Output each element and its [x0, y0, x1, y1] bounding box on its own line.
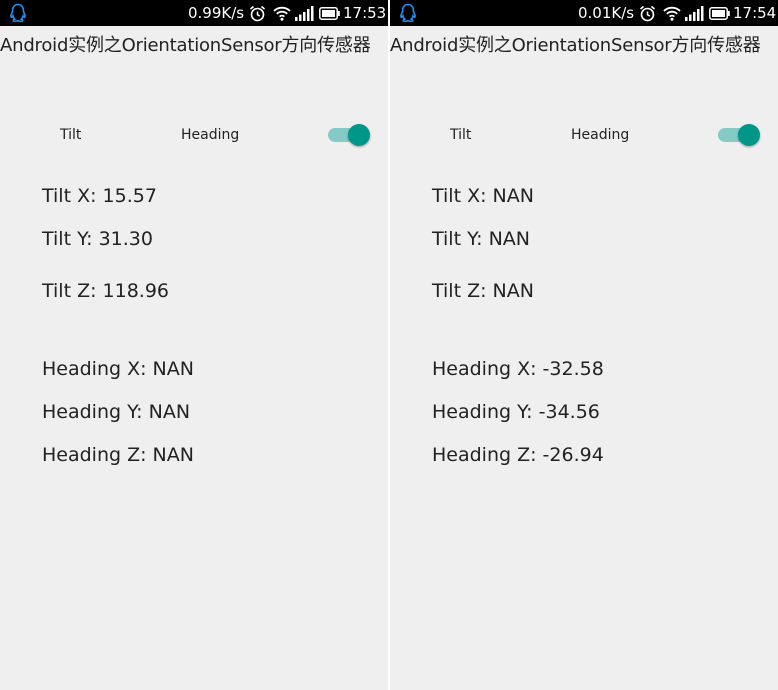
app-title: Android实例之OrientationSensor方向传感器: [390, 35, 761, 56]
phone-screen-left: 0.99K/s 17:53 Android实例之OrientationSenso…: [0, 0, 388, 690]
screenshot-pair: 0.99K/s 17:53 Android实例之OrientationSenso…: [0, 0, 778, 690]
alarm-icon: [639, 5, 656, 22]
tilt-x-reading: Tilt X: 15.57: [42, 185, 157, 207]
switch-thumb: [738, 124, 760, 146]
qq-icon: [10, 3, 26, 23]
heading-z-reading: Heading Z: -26.94: [432, 444, 604, 466]
network-speed: 0.01K/s: [578, 4, 635, 22]
heading-y-reading: Heading Y: -34.56: [432, 401, 600, 423]
mode-toggle-switch[interactable]: [717, 123, 761, 147]
tilt-y-reading: Tilt Y: 31.30: [42, 228, 153, 250]
signal-icon: [685, 6, 704, 21]
qq-icon: [400, 3, 416, 23]
switch-thumb: [348, 124, 370, 146]
battery-icon: [319, 7, 340, 20]
network-speed: 0.99K/s: [188, 4, 245, 22]
tab-tilt[interactable]: Tilt: [60, 125, 81, 145]
battery-icon: [709, 7, 730, 20]
heading-x-reading: Heading X: -32.58: [432, 358, 604, 380]
status-time: 17:54: [733, 4, 777, 22]
status-bar: 0.01K/s 17:54: [390, 0, 778, 26]
tilt-x-reading: Tilt X: NAN: [432, 185, 534, 207]
wifi-icon: [663, 6, 681, 21]
tab-heading[interactable]: Heading: [181, 125, 239, 145]
phone-screen-right: 0.01K/s 17:54 Android实例之OrientationSenso…: [390, 0, 778, 690]
signal-icon: [295, 6, 314, 21]
heading-y-reading: Heading Y: NAN: [42, 401, 191, 423]
tilt-y-reading: Tilt Y: NAN: [432, 228, 531, 250]
status-bar: 0.99K/s 17:53: [0, 0, 388, 26]
alarm-icon: [249, 5, 266, 22]
tilt-z-reading: Tilt Z: 118.96: [42, 280, 170, 302]
tab-tilt[interactable]: Tilt: [450, 125, 471, 145]
app-title: Android实例之OrientationSensor方向传感器: [0, 35, 371, 56]
wifi-icon: [273, 6, 291, 21]
tilt-z-reading: Tilt Z: NAN: [432, 280, 534, 302]
mode-toggle-switch[interactable]: [327, 123, 371, 147]
status-time: 17:53: [343, 4, 387, 22]
heading-z-reading: Heading Z: NAN: [42, 444, 194, 466]
heading-x-reading: Heading X: NAN: [42, 358, 194, 380]
tab-heading[interactable]: Heading: [571, 125, 629, 145]
